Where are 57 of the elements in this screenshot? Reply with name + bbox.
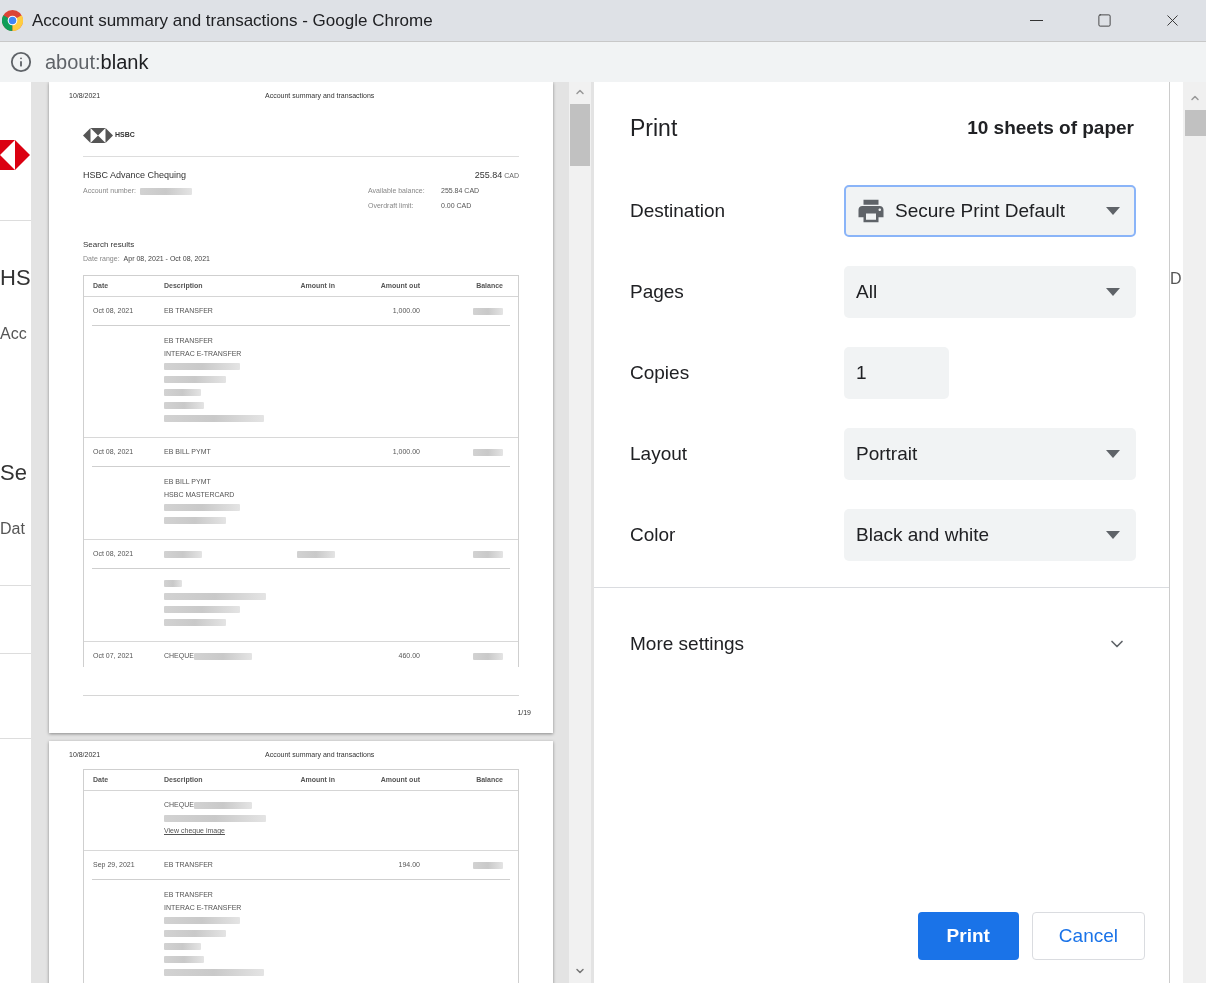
redacted-bar <box>139 188 192 195</box>
print-title: Print <box>630 113 678 143</box>
minimize-icon <box>1029 20 1043 21</box>
redacted-bar <box>473 448 503 456</box>
redacted-bar <box>193 802 252 809</box>
setting-label: Destination <box>630 198 727 223</box>
copies-field[interactable]: 1 <box>844 347 949 399</box>
redacted-bar <box>164 619 226 626</box>
setting-label: Layout <box>630 441 689 466</box>
settings-dropdown[interactable]: Portrait <box>844 428 1136 480</box>
cancel-button[interactable]: Cancel <box>1031 912 1145 960</box>
caret-icon <box>1106 531 1120 539</box>
redacted-bar <box>164 402 204 409</box>
scrollbar-thumb[interactable] <box>1184 110 1206 136</box>
print-button[interactable]: Print <box>917 912 1019 960</box>
caret-icon <box>1106 450 1120 458</box>
setting-label: Copies <box>630 360 691 385</box>
setting-label: Pages <box>630 279 685 304</box>
redacted-bar <box>164 550 202 558</box>
page-text: D <box>1170 269 1183 289</box>
redacted-bar <box>297 550 335 558</box>
settings-dropdown[interactable]: Black and white <box>844 509 1136 561</box>
chrome-logo-icon <box>2 10 23 31</box>
window-title: Account summary and transactions - Google Chrome <box>32 9 433 32</box>
redacted-bar <box>164 376 226 383</box>
hexagon-logo-icon <box>83 127 113 143</box>
redacted-bar <box>164 930 226 937</box>
redacted-bar <box>473 550 503 558</box>
sheets-summary: 10 sheets of paper <box>967 115 1134 140</box>
redacted-bar <box>193 652 252 660</box>
caret-icon <box>1106 288 1120 296</box>
balance-amount: 255.84 <box>474 169 503 182</box>
caret-icon <box>1106 207 1120 215</box>
redacted-bar <box>164 389 201 396</box>
redacted-bar <box>164 517 226 524</box>
maximize-icon <box>1096 13 1112 28</box>
page-scrollbar[interactable] <box>1183 82 1206 983</box>
preview-scrollbar[interactable] <box>569 82 591 983</box>
search-results-title: Search results <box>83 238 136 251</box>
redacted-bar <box>164 956 204 963</box>
page-text: Dat <box>0 519 26 539</box>
redacted-bar <box>164 580 182 587</box>
redacted-bar <box>473 652 503 660</box>
account-name: HSBC Advance Chequing <box>83 169 187 182</box>
page-heading: HS <box>0 264 31 292</box>
page-heading: Se <box>0 459 28 487</box>
page-text: Acc <box>0 324 28 344</box>
redacted-bar <box>473 861 503 869</box>
redacted-bar <box>164 943 201 950</box>
url-text[interactable]: about:blank <box>45 47 149 77</box>
info-icon <box>10 51 32 73</box>
more-settings-toggle[interactable]: More settings <box>594 588 1169 700</box>
settings-dropdown[interactable]: All <box>844 266 1136 318</box>
destination-dropdown[interactable]: Secure Print Default <box>844 185 1136 237</box>
scrollbar-thumb[interactable] <box>570 104 590 166</box>
setting-label: Color <box>630 522 677 547</box>
redacted-bar <box>473 307 503 315</box>
